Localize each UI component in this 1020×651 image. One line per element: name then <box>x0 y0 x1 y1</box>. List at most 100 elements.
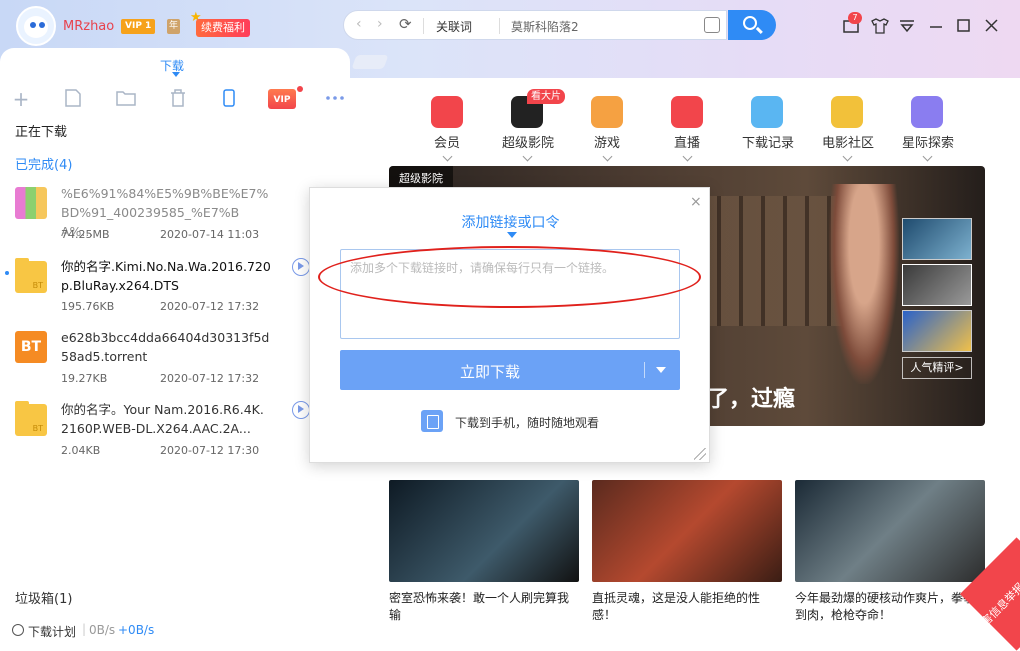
card-title: 今年最劲爆的硬核动作爽片，拳拳到肉，枪枪夺命！ <box>795 591 976 622</box>
thumbnail[interactable] <box>902 218 972 260</box>
file-icon[interactable] <box>64 89 82 107</box>
skin-icon[interactable] <box>871 18 889 34</box>
play-icon[interactable] <box>292 258 310 276</box>
file-size: 2.04KB <box>61 444 101 457</box>
keyword-type-label[interactable]: 关联词 <box>436 18 472 35</box>
card-thumbnail <box>795 480 985 582</box>
status-bar: 下载计划 | 0B/s +0B/s <box>0 621 380 641</box>
category-live[interactable]: 直播 <box>662 96 712 162</box>
selected-indicator <box>5 271 9 275</box>
download-speed: 0B/s <box>89 623 116 637</box>
tv-icon <box>671 96 703 128</box>
category-cinema[interactable]: 超级影院 <box>502 96 555 162</box>
category-space-explore[interactable]: 星际探索 <box>902 96 955 162</box>
close-icon[interactable] <box>985 19 998 32</box>
divider <box>644 362 645 378</box>
maximize-icon[interactable] <box>957 19 970 32</box>
qr-code-icon[interactable] <box>421 410 443 432</box>
thumbnail[interactable] <box>902 264 972 306</box>
search-button[interactable] <box>728 10 776 40</box>
gamepad-icon <box>591 96 623 128</box>
file-date: 2020-07-12 17:32 <box>160 300 260 313</box>
downloading-section[interactable]: 正在下载 <box>15 121 67 140</box>
download-now-button[interactable]: 立即下载 <box>340 350 680 390</box>
file-name[interactable]: 你的名字.Kimi.No.Na.Wa.2016.720p.BluRay.x264… <box>61 257 271 295</box>
card-thumbnail <box>389 480 579 582</box>
video-card[interactable]: 直抵灵魂，这是没人能拒绝的性感！ <box>592 480 782 624</box>
card-title: 密室恐怖来袭！敢一个人刷完算我输 <box>389 591 570 622</box>
highlight-annotation <box>318 246 701 308</box>
file-date: 2020-07-12 17:30 <box>160 444 260 457</box>
card-thumbnail <box>592 480 782 582</box>
folder-icon[interactable] <box>116 90 136 106</box>
category-label: 星际探索 <box>902 136 955 151</box>
category-game[interactable]: 游戏 <box>582 96 632 162</box>
search-bar: ‹ › ⟳ 关联词 莫斯科陷落2 <box>343 10 727 40</box>
video-card[interactable]: 今年最劲爆的硬核动作爽片，拳拳到肉，枪枪夺命！ <box>795 480 985 624</box>
play-icon[interactable] <box>292 401 310 419</box>
category-label: 电影社区 <box>822 136 875 151</box>
file-name[interactable]: e628b3bcc4dda66404d30313f5d58ad5.torrent <box>61 328 271 366</box>
chevron-down-icon <box>842 151 852 162</box>
add-icon[interactable]: + <box>10 88 32 110</box>
file-size: 74.25MB <box>61 228 110 241</box>
vip-badge[interactable]: VIP 1 <box>121 19 156 34</box>
chevron-down-icon <box>922 151 932 162</box>
file-size: 195.76KB <box>61 300 115 313</box>
video-card[interactable]: 密室恐怖来袭！敢一个人刷完算我输 <box>389 480 579 624</box>
close-icon[interactable]: × <box>690 194 702 210</box>
delete-icon[interactable] <box>170 89 186 107</box>
tab-new[interactable] <box>351 55 389 69</box>
upload-speed: +0B/s <box>118 623 155 637</box>
trash-section[interactable]: 垃圾箱(1) <box>15 588 72 607</box>
file-date: 2020-07-12 17:32 <box>160 372 260 385</box>
chevron-down-icon <box>522 151 532 162</box>
chevron-down-icon <box>682 151 692 162</box>
card-title: 直抵灵魂，这是没人能拒绝的性感！ <box>592 591 761 622</box>
thumbnail[interactable] <box>902 310 972 352</box>
search-icon-handle <box>756 26 763 34</box>
category-member[interactable]: 会员 <box>422 96 472 162</box>
bookmark-icon[interactable] <box>704 17 720 33</box>
category-label: 游戏 <box>593 136 620 151</box>
chevron-down-icon <box>602 151 612 162</box>
avatar[interactable] <box>16 6 56 46</box>
notification-dot <box>297 86 303 92</box>
dropdown-arrow-icon[interactable] <box>656 367 666 373</box>
member-icon <box>431 96 463 128</box>
download-now-label: 立即下载 <box>459 363 520 381</box>
archive-file-icon <box>15 187 47 219</box>
file-name[interactable]: 你的名字。Your Nam.2016.R6.4K.2160P.WEB-DL.X2… <box>61 400 271 438</box>
banner-thumbnails <box>902 218 972 356</box>
file-date: 2020-07-14 11:03 <box>160 228 260 241</box>
more-icon[interactable] <box>326 96 346 100</box>
caret-down-icon <box>507 232 517 238</box>
search-icon <box>743 16 757 30</box>
download-plan-link[interactable]: 下载计划 <box>28 623 76 640</box>
clock-icon <box>12 624 24 636</box>
avatar-eye-left <box>30 22 36 28</box>
divider <box>499 18 500 34</box>
search-input[interactable]: 莫斯科陷落2 <box>511 18 579 35</box>
category-label: 会员 <box>433 136 460 151</box>
popular-reviews-link[interactable]: 人气精评> <box>902 357 972 379</box>
renew-benefit-button[interactable]: 续费福利 <box>196 19 250 37</box>
bt-file-icon: BT <box>15 331 47 363</box>
completed-section[interactable]: 已完成(4) <box>15 154 72 173</box>
forward-arrow-icon[interactable]: › <box>377 16 383 32</box>
category-label: 下载记录 <box>742 136 795 151</box>
menu-icon[interactable] <box>900 20 914 33</box>
file-size: 19.27KB <box>61 372 108 385</box>
divider: | <box>82 622 87 636</box>
download-to-phone-link[interactable]: 下载到手机，随时随地观看 <box>455 414 599 431</box>
phone-icon[interactable] <box>223 89 235 107</box>
vip-icon[interactable]: VIP <box>268 89 296 109</box>
add-link-dialog: × 添加链接或口令 立即下载 下载到手机，随时随地观看 <box>309 187 710 463</box>
category-download-history[interactable]: 下载记录 <box>742 96 795 151</box>
resize-handle[interactable] <box>694 448 706 460</box>
back-arrow-icon[interactable]: ‹ <box>356 16 362 32</box>
category-label: 超级影院 <box>502 136 555 151</box>
category-movie-community[interactable]: 电影社区 <box>822 96 875 162</box>
username[interactable]: MRzhao <box>63 19 114 34</box>
refresh-icon[interactable]: ⟳ <box>399 15 412 33</box>
